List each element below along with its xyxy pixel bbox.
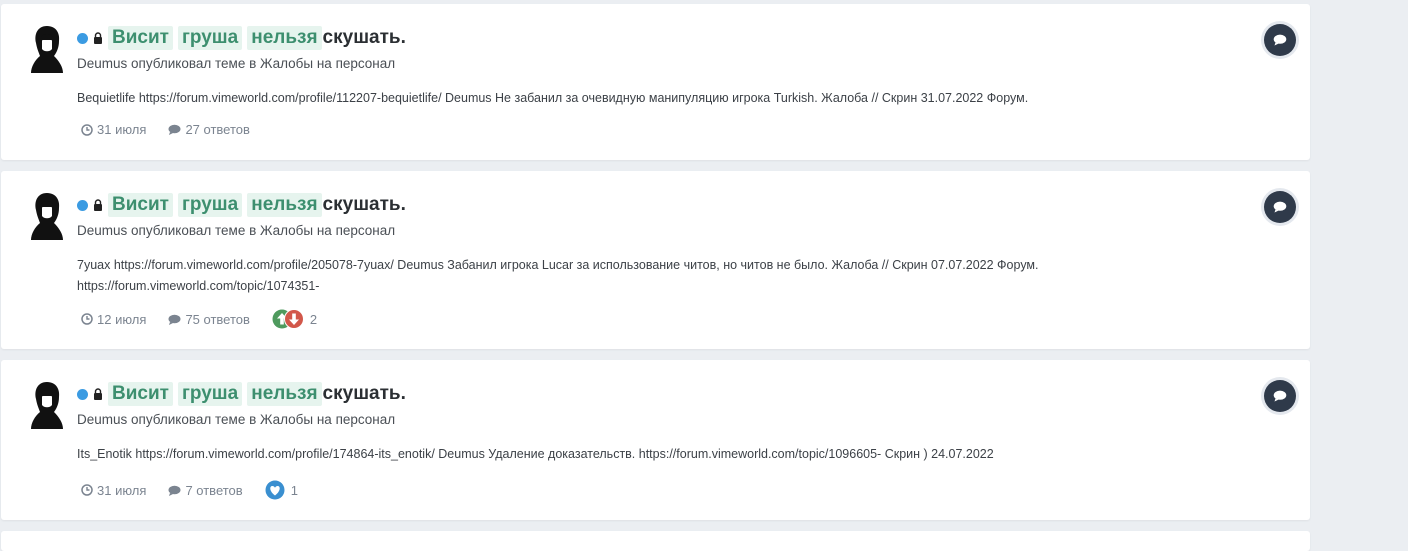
chat-bubble-icon xyxy=(1273,34,1287,46)
chat-bubble-button[interactable] xyxy=(1264,380,1296,412)
date-text: 31 июля xyxy=(97,122,147,137)
post-snippet: Bequietlife https://forum.vimeworld.com/… xyxy=(77,91,1029,105)
title-highlight-word: груша xyxy=(177,382,243,406)
user-avatar[interactable] xyxy=(29,190,65,240)
chat-bubble-button[interactable] xyxy=(1264,24,1296,56)
title-highlight-word: Висит xyxy=(108,193,173,217)
clock-icon xyxy=(81,313,93,325)
post-meta: Deumus опубликовал теме в Жалобы на перс… xyxy=(77,223,396,238)
chat-bubble-icon xyxy=(1273,390,1287,402)
comment-icon xyxy=(168,314,181,325)
clock-icon xyxy=(81,123,93,136)
title-text: скушать. xyxy=(322,194,406,215)
post-meta: Deumus опубликовал теме в Жалобы на перс… xyxy=(77,412,396,427)
reaction-count: 1 xyxy=(290,482,298,498)
lock-icon xyxy=(94,388,102,400)
topic-title[interactable]: Висит груша нельзя скушать. xyxy=(77,191,406,219)
clock-icon xyxy=(81,484,93,496)
activity-card-partial xyxy=(1,531,1310,551)
lock-icon xyxy=(94,32,102,44)
post-stats: 31 июля 27 ответов xyxy=(81,122,272,137)
title-highlight-word: Висит xyxy=(108,26,173,50)
heart-icon xyxy=(265,480,285,500)
post-date: 12 июля xyxy=(81,312,146,327)
chat-bubble-icon xyxy=(1273,201,1287,213)
post-date: 31 июля xyxy=(81,483,146,498)
post-snippet: 7yuax https://forum.vimeworld.com/profil… xyxy=(77,258,1039,293)
post-snippet: Its_Enotik https://forum.vimeworld.com/p… xyxy=(77,447,994,461)
replies-text: 7 ответов xyxy=(185,482,243,498)
user-avatar[interactable] xyxy=(29,379,65,429)
activity-card: Висит груша нельзя скушать. Deumus опубл… xyxy=(1,4,1310,160)
lock-icon xyxy=(94,199,102,211)
title-highlight-word: нельзя xyxy=(247,382,322,406)
title-text: скушать. xyxy=(322,27,406,48)
activity-card: Висит груша нельзя скушать. Deumus опубл… xyxy=(1,360,1310,520)
reactions[interactable]: 2 xyxy=(272,309,317,329)
title-highlight-word: нельзя xyxy=(247,26,322,50)
topic-title[interactable]: Висит груша нельзя скушать. xyxy=(77,380,406,408)
comment-icon xyxy=(168,485,181,496)
online-dot-icon xyxy=(77,32,88,44)
title-highlight-word: Висит xyxy=(108,382,173,406)
topic-title[interactable]: Висит груша нельзя скушать. xyxy=(77,24,406,52)
replies-text: 27 ответов xyxy=(185,122,250,137)
date-text: 12 июля xyxy=(97,311,147,327)
date-text: 31 июля xyxy=(97,482,147,498)
title-highlight-word: груша xyxy=(177,193,243,217)
replies-count: 27 ответов xyxy=(168,122,250,137)
reaction-count: 2 xyxy=(309,311,318,327)
user-avatar[interactable] xyxy=(29,23,65,73)
replies-count: 7 ответов xyxy=(168,482,243,498)
title-text: скушать. xyxy=(322,383,406,404)
post-stats: 12 июля 75 ответов 2 xyxy=(81,309,317,329)
activity-card: Висит груша нельзя скушать. Deumus опубл… xyxy=(1,171,1310,349)
reactions[interactable]: 1 xyxy=(265,480,298,500)
replies-count: 75 ответов xyxy=(168,311,250,327)
online-dot-icon xyxy=(77,388,88,400)
title-highlight-word: нельзя xyxy=(247,193,322,217)
chat-bubble-button[interactable] xyxy=(1264,191,1296,223)
post-meta: Deumus опубликовал теме в Жалобы на перс… xyxy=(77,56,396,71)
post-stats: 31 июля 7 ответов 1 xyxy=(81,480,298,500)
comment-icon xyxy=(168,124,181,135)
title-highlight-word: груша xyxy=(177,26,243,50)
online-dot-icon xyxy=(77,199,88,211)
downvote-icon xyxy=(283,309,304,329)
post-date: 31 июля xyxy=(81,122,146,137)
replies-text: 75 ответов xyxy=(185,311,250,327)
